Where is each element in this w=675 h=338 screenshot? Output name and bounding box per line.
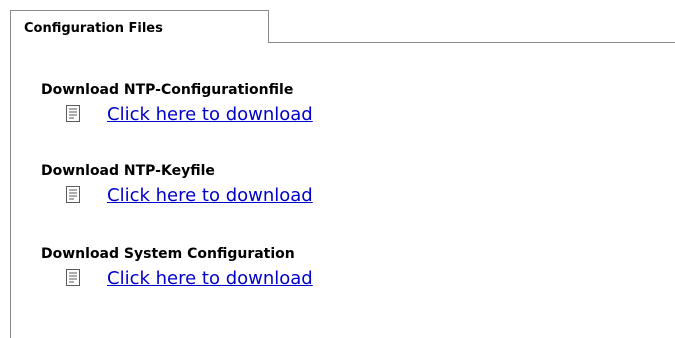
tab-label: Configuration Files — [24, 21, 163, 36]
document-icon — [66, 186, 80, 203]
download-link-ntp-configurationfile[interactable]: Click here to download — [107, 105, 313, 125]
section-ntp-configurationfile: Download NTP-Configurationfile Click her… — [41, 82, 313, 125]
download-row: Click here to download — [41, 103, 313, 125]
panel-left-border — [10, 43, 11, 338]
download-link-system-configuration[interactable]: Click here to download — [107, 269, 313, 289]
section-system-configuration: Download System Configuration Click here… — [41, 246, 313, 289]
tab-configuration-files[interactable]: Configuration Files — [10, 10, 269, 43]
configuration-files-panel: Configuration Files Download NTP-Configu… — [10, 10, 675, 338]
document-icon — [66, 269, 80, 286]
download-row: Click here to download — [41, 184, 313, 206]
section-heading: Download NTP-Keyfile — [41, 163, 215, 179]
section-heading: Download System Configuration — [41, 246, 295, 262]
download-row: Click here to download — [41, 267, 313, 289]
section-heading: Download NTP-Configurationfile — [41, 82, 294, 98]
document-icon — [66, 105, 80, 122]
tab-divider — [269, 42, 675, 43]
section-ntp-keyfile: Download NTP-Keyfile Click here to downl… — [41, 163, 313, 206]
download-link-ntp-keyfile[interactable]: Click here to download — [107, 186, 313, 206]
